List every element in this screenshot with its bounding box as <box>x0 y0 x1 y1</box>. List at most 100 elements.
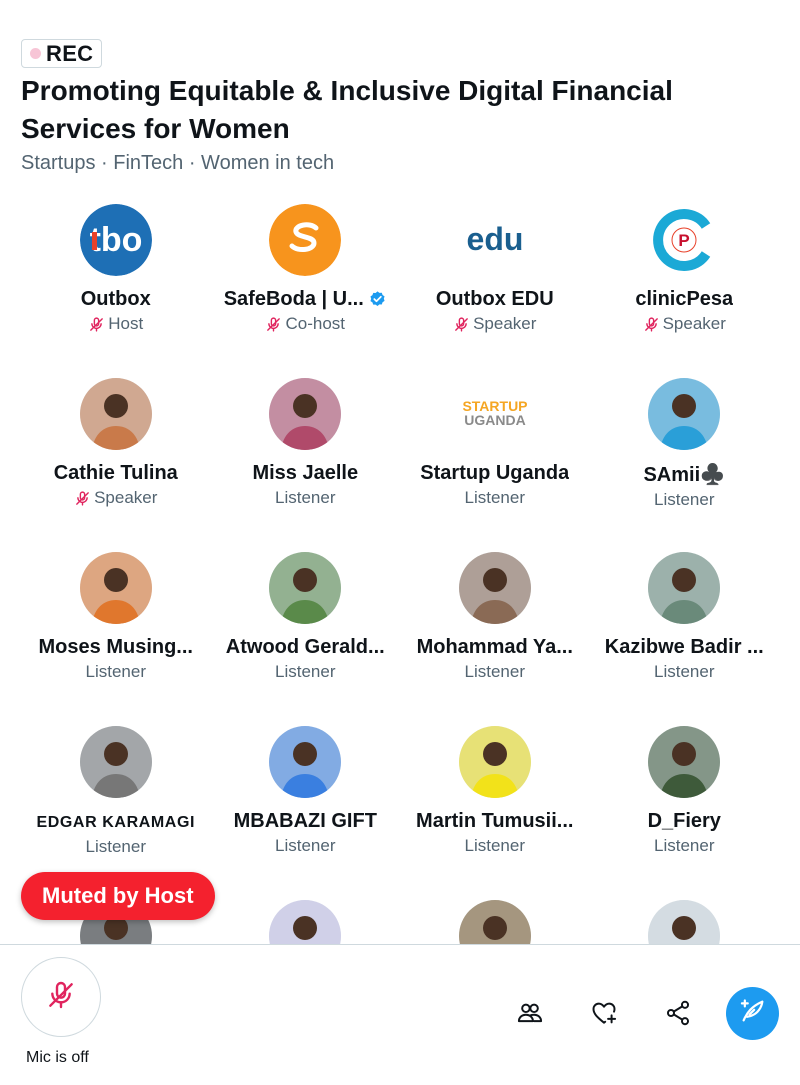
participant-card[interactable]: edu Outbox EDU Speaker <box>400 204 590 334</box>
participant-name: clinicPesa <box>635 288 733 311</box>
participant-role-text: Listener <box>275 488 336 507</box>
participant-role-text: Listener <box>654 490 715 509</box>
participant-avatar[interactable] <box>79 726 152 798</box>
participant-card[interactable]: Kazibwe Badir ... Listener <box>590 552 780 682</box>
svg-text:edu: edu <box>466 221 523 257</box>
participant-name: Mohammad Ya... <box>417 636 573 659</box>
participant-name-text: Moses Musing... <box>38 636 193 658</box>
participant-card[interactable]: Miss Jaelle Listener <box>211 378 401 508</box>
mic-off-icon <box>265 316 282 333</box>
participant-name-text: Mohammad Ya... <box>416 636 573 658</box>
participant-name-text: Cathie Tulina <box>53 462 178 484</box>
participant-avatar[interactable] <box>458 552 531 624</box>
participant-card[interactable]: PclinicPesa Speaker <box>590 204 780 334</box>
participant-card[interactable]: Mohammad Ya... Listener <box>400 552 590 682</box>
participant-role-text: Listener <box>654 662 715 681</box>
participant-avatar[interactable]: edu <box>458 204 531 276</box>
mic-off-icon <box>453 316 470 333</box>
participant-name: Outbox EDU <box>436 288 554 311</box>
participant-name: Miss Jaelle <box>252 462 358 485</box>
participant-role: Listener <box>465 836 525 856</box>
people-button[interactable] <box>512 997 548 1033</box>
participant-avatar[interactable] <box>269 900 342 944</box>
participant-role-text: Host <box>108 314 144 333</box>
participant-name-text: EDGAR KARAMAGI <box>36 814 196 831</box>
participant-role-text: Listener <box>464 488 525 507</box>
participant-role-text: Speaker <box>662 314 726 333</box>
participant-name-text: MBABAZI GIFT <box>233 810 377 832</box>
participant-avatar[interactable]: P <box>648 204 721 276</box>
participant-card[interactable]: tbo Outbox Host <box>21 204 211 334</box>
mic-off-icon <box>74 490 91 507</box>
share-button[interactable] <box>660 997 696 1033</box>
participant-name: Kazibwe Badir ... <box>605 636 764 659</box>
participant-avatar[interactable] <box>648 726 721 798</box>
share-icon <box>664 999 692 1032</box>
svg-text:UGANDA: UGANDA <box>464 412 525 428</box>
participant-card[interactable]: Martin Tumusii... Listener <box>400 726 590 856</box>
muted-by-host-toast: Muted by Host <box>21 872 215 920</box>
participant-avatar[interactable] <box>648 378 721 450</box>
participant-card[interactable]: D_Fiery Listener <box>590 726 780 856</box>
participant-role-text: Speaker <box>473 314 537 333</box>
participant-avatar[interactable] <box>269 204 342 276</box>
participant-name: Atwood Gerald... <box>226 636 385 659</box>
participant-avatar[interactable] <box>79 378 152 450</box>
participant-card[interactable]: Cathie Tulina Speaker <box>21 378 211 508</box>
participant-name-text: clinicPesa <box>635 288 734 310</box>
participant-role: Listener <box>275 488 335 508</box>
participant-role-text: Listener <box>85 837 146 856</box>
participants-row: Cathie Tulina Speaker Miss Jaelle Listener S… <box>21 378 779 552</box>
participant-role: Co-host <box>265 314 345 334</box>
mic-toggle-button[interactable] <box>21 957 101 1037</box>
mic-off-icon <box>88 316 105 333</box>
participant-name: EDGAR KARAMAGI <box>36 814 195 832</box>
participant-role: Listener <box>654 662 714 682</box>
mic-off-icon <box>643 316 660 333</box>
participant-avatar[interactable] <box>458 726 531 798</box>
participant-name: SAmii♣️ <box>643 462 725 487</box>
participant-name-text: D_Fiery <box>647 810 721 832</box>
participant-avatar[interactable] <box>648 900 721 944</box>
participant-card[interactable]: SAmii♣️ Listener <box>590 378 780 510</box>
participant-avatar[interactable]: tbo <box>79 204 152 276</box>
svg-text:tbo: tbo <box>89 221 142 259</box>
svg-text:P: P <box>679 231 690 250</box>
participants-row: Moses Musing... Listener Atwood Gerald... L… <box>21 552 779 726</box>
participant-card[interactable]: MBABAZI GIFT Listener <box>211 726 401 856</box>
participant-avatar[interactable] <box>458 900 531 944</box>
participant-name-text: Kazibwe Badir ... <box>604 636 764 658</box>
participant-role: Listener <box>465 488 525 508</box>
participant-avatar[interactable] <box>648 552 721 624</box>
participant-name: MBABAZI GIFT <box>234 810 377 833</box>
participant-avatar[interactable]: STARTUP UGANDA <box>458 378 531 450</box>
participant-name-text: Miss Jaelle <box>252 462 359 484</box>
compose-button[interactable] <box>726 987 779 1040</box>
compose-icon <box>739 997 767 1030</box>
participant-card[interactable]: SafeBoda | U... Co-host <box>211 204 401 334</box>
heart-plus-button[interactable] <box>586 997 622 1033</box>
participant-role: Speaker <box>74 488 157 508</box>
participant-card[interactable]: STARTUP UGANDA Startup Uganda Listener <box>400 378 590 508</box>
participant-card[interactable]: EDGAR KARAMAGI Listener <box>21 726 211 857</box>
participant-role: Listener <box>275 836 335 856</box>
participant-role: Listener <box>86 837 146 857</box>
participant-name: D_Fiery <box>648 810 721 833</box>
mic-off-icon <box>45 979 77 1016</box>
participant-avatar[interactable] <box>79 552 152 624</box>
participant-role-text: Listener <box>464 662 525 681</box>
participant-card[interactable]: Moses Musing... Listener <box>21 552 211 682</box>
participant-role-text: Co-host <box>285 314 346 333</box>
participant-role: Listener <box>275 662 335 682</box>
participant-avatar[interactable] <box>269 378 342 450</box>
participant-role: Listener <box>465 662 525 682</box>
participant-avatar[interactable] <box>269 552 342 624</box>
participant-card[interactable]: Atwood Gerald... Listener <box>211 552 401 682</box>
participant-name: Outbox <box>81 288 151 311</box>
participant-name-text: Startup Uganda <box>420 462 570 484</box>
participant-role: Listener <box>654 836 714 856</box>
participant-name: SafeBoda | U... <box>224 288 387 311</box>
participant-avatar[interactable] <box>269 726 342 798</box>
participant-role-text: Listener <box>275 662 336 681</box>
participant-role-text: Listener <box>275 836 336 855</box>
